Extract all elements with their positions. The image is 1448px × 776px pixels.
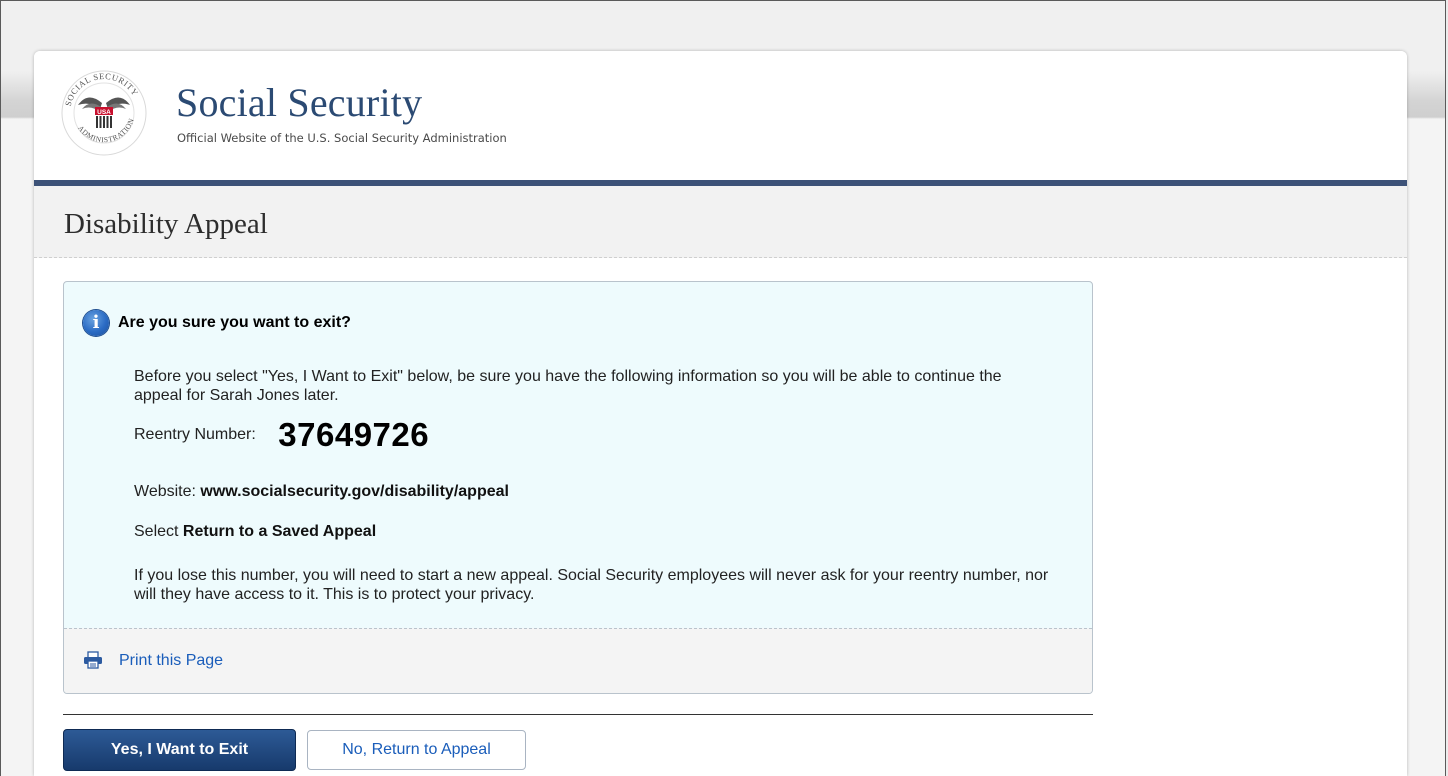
printer-icon[interactable] bbox=[83, 651, 103, 669]
select-label: Select bbox=[134, 523, 179, 540]
site-title[interactable]: Social Security bbox=[176, 79, 422, 126]
alert-intro-text: Before you select "Yes, I Want to Exit" … bbox=[134, 368, 1002, 404]
svg-text:USA: USA bbox=[97, 109, 111, 116]
return-to-appeal-button[interactable]: No, Return to Appeal bbox=[307, 730, 526, 770]
select-row: Select Return to a Saved Appeal bbox=[134, 522, 376, 541]
reentry-row: Reentry Number: 37649726 bbox=[134, 416, 430, 465]
select-value: Return to a Saved Appeal bbox=[182, 523, 377, 540]
ssa-seal-icon[interactable]: SOCIAL SECURITY ADMINISTRATION USA bbox=[60, 69, 148, 157]
site-subtitle: Official Website of the U.S. Social Secu… bbox=[177, 131, 507, 145]
actions-divider bbox=[63, 714, 1093, 715]
website-value: www.socialsecurity.gov/disability/appeal bbox=[200, 483, 509, 500]
site-header: SOCIAL SECURITY ADMINISTRATION USA Socia… bbox=[34, 51, 1407, 180]
info-icon: i bbox=[83, 310, 109, 336]
website-row: Website: www.socialsecurity.gov/disabili… bbox=[134, 482, 509, 501]
print-page-link[interactable]: Print this Page bbox=[119, 652, 223, 670]
alert-footer: Print this Page bbox=[64, 628, 1092, 693]
exit-confirmation-alert: i Are you sure you want to exit? Before … bbox=[63, 281, 1093, 694]
reentry-number: 37649726 bbox=[278, 416, 430, 454]
yes-exit-button[interactable]: Yes, I Want to Exit bbox=[63, 729, 296, 771]
website-label: Website: bbox=[134, 483, 196, 500]
reentry-label: Reentry Number: bbox=[134, 426, 256, 444]
alert-heading: Are you sure you want to exit? bbox=[118, 314, 351, 331]
page-card: SOCIAL SECURITY ADMINISTRATION USA Socia… bbox=[34, 51, 1407, 776]
privacy-warning-text: If you lose this number, you will need t… bbox=[134, 567, 1049, 603]
page-title: Disability Appeal bbox=[64, 208, 268, 240]
page-title-band: Disability Appeal bbox=[34, 186, 1407, 258]
